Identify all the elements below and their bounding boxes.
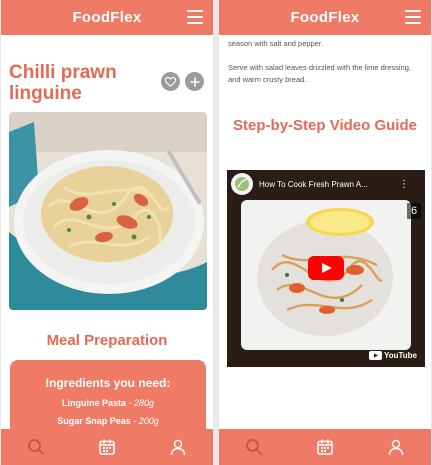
- search-icon: [246, 439, 263, 455]
- youtube-brand-text: YouTube: [383, 351, 417, 360]
- ingredient-name: Sugar Snap Peas: [57, 416, 131, 426]
- recipe-title: Chilli prawn linguine: [9, 62, 117, 104]
- leaf-icon: [235, 177, 249, 191]
- user-icon: [388, 439, 403, 456]
- search-icon: [28, 439, 45, 455]
- nav-calendar[interactable]: [311, 433, 339, 461]
- app-title: FoodFlex: [290, 9, 360, 26]
- play-icon: [308, 256, 344, 280]
- bottom-nav: [1, 429, 213, 465]
- video-counter: 6: [407, 203, 421, 219]
- method-step-text: Serve with salad leaves drizzled with th…: [228, 63, 411, 84]
- ingredient-item: Linguine Pasta - 280g: [10, 398, 206, 408]
- app-header: FoodFlex: [219, 0, 431, 35]
- nav-profile[interactable]: [164, 433, 192, 461]
- ingredient-qty: 280g: [134, 398, 155, 408]
- ingredient-separator: -: [128, 398, 132, 408]
- method-step-text: season with salt and pepper.: [228, 39, 324, 48]
- nav-profile[interactable]: [382, 433, 410, 461]
- user-icon: [170, 439, 185, 456]
- ingredient-name: Linguine Pasta: [61, 398, 126, 408]
- more-options-icon[interactable]: ⋮: [399, 179, 409, 190]
- youtube-logo[interactable]: YouTube: [368, 351, 417, 360]
- app-title: FoodFlex: [72, 9, 142, 26]
- app-header: FoodFlex: [1, 0, 213, 35]
- menu-icon[interactable]: [187, 10, 203, 24]
- meal-prep-heading: Meal Preparation: [46, 332, 168, 349]
- video-title[interactable]: How To Cook Fresh Prawn A...: [259, 180, 395, 189]
- nav-search[interactable]: [22, 433, 50, 461]
- add-button[interactable]: [185, 72, 204, 91]
- video-player[interactable]: How To Cook Fresh Prawn A... ⋮ 6 YouTube: [227, 170, 425, 367]
- calendar-icon: [317, 439, 333, 455]
- video-topbar: How To Cook Fresh Prawn A... ⋮: [227, 170, 425, 198]
- menu-icon[interactable]: [405, 10, 421, 24]
- video-screen: FoodFlex season with salt and pepper. Se…: [219, 0, 431, 465]
- plus-icon: [189, 76, 200, 87]
- ingredient-separator: -: [133, 416, 137, 426]
- bottom-nav: [219, 429, 431, 465]
- video-guide-heading: Step-by-Step Video Guide: [233, 117, 417, 134]
- ingredients-heading: Ingredients you need:: [45, 376, 171, 390]
- channel-avatar[interactable]: [231, 173, 253, 195]
- play-button[interactable]: [308, 256, 344, 280]
- favorite-button[interactable]: [161, 72, 180, 91]
- ingredient-item: Sugar Snap Peas - 200g: [10, 416, 206, 426]
- nav-calendar[interactable]: [93, 433, 121, 461]
- ingredient-qty: 200g: [138, 416, 159, 426]
- recipe-screen: FoodFlex Chilli prawn linguine Meal Prep…: [1, 0, 213, 465]
- youtube-icon: [368, 351, 382, 360]
- nav-search[interactable]: [240, 433, 268, 461]
- heart-icon: [165, 76, 176, 87]
- dish-photo: [9, 112, 207, 310]
- calendar-icon: [99, 439, 115, 455]
